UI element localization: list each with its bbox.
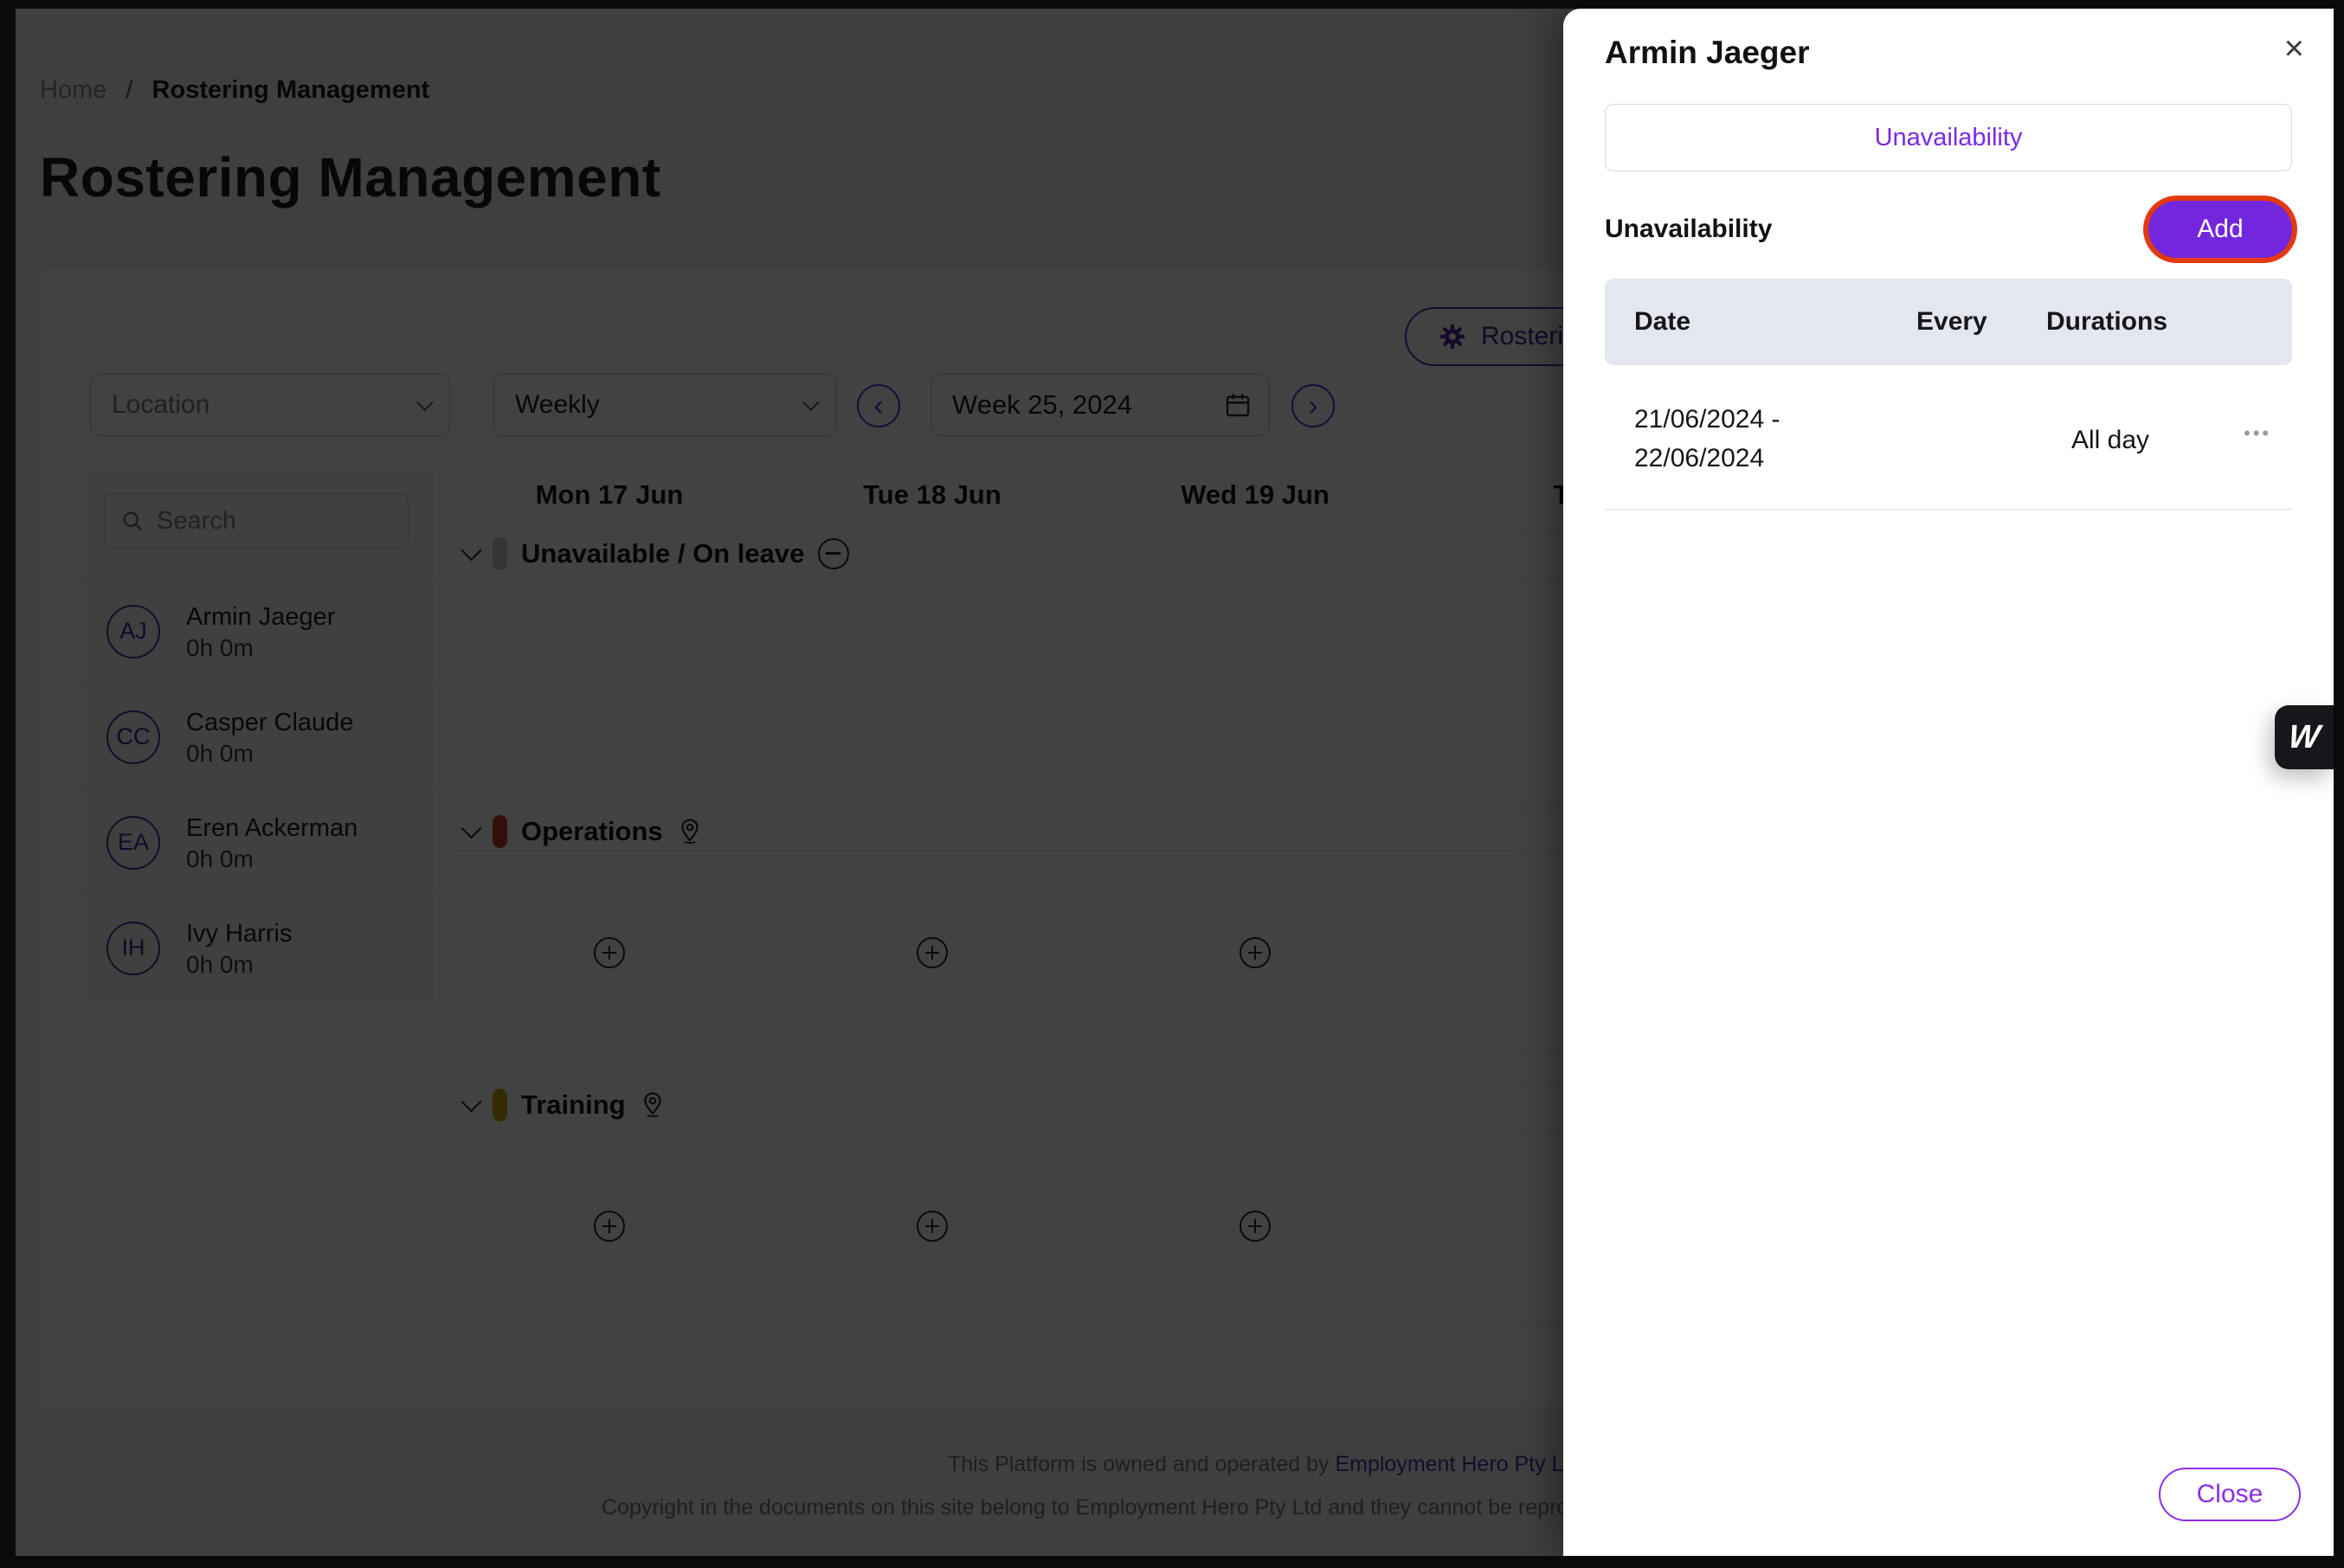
more-options-icon[interactable]: ••• (2244, 422, 2271, 445)
unavailability-table-header: Date Every Durations (1605, 279, 2292, 365)
column-header-every: Every (1916, 307, 2046, 337)
add-unavailability-button[interactable]: Add (2148, 201, 2292, 258)
unavailability-row-date: 21/06/2024 - 22/06/2024 (1634, 400, 1780, 478)
date-range-end: 22/06/2024 (1634, 439, 1780, 478)
unavailability-heading: Unavailability (1605, 215, 1772, 244)
drawer-close-button[interactable]: Close (2159, 1468, 2301, 1521)
column-header-durations: Durations (2046, 307, 2167, 337)
drawer-title: Armin Jaeger (1605, 35, 1810, 71)
row-divider (1605, 509, 2292, 510)
app-window: Home / Rostering Management Rostering Ma… (0, 0, 2344, 1568)
employee-detail-drawer: Armin Jaeger × Unavailability Unavailabi… (1563, 9, 2334, 1556)
workzone-widget-button[interactable]: W (2275, 705, 2334, 769)
close-icon[interactable]: × (2284, 31, 2304, 66)
tab-unavailability[interactable]: Unavailability (1875, 124, 2023, 152)
column-header-date: Date (1605, 307, 1916, 337)
w-logo-icon: W (2287, 719, 2321, 756)
drawer-tabbar: Unavailability (1605, 104, 2292, 171)
date-range-start: 21/06/2024 - (1634, 400, 1780, 439)
unavailability-row-durations: All day (2071, 426, 2149, 455)
